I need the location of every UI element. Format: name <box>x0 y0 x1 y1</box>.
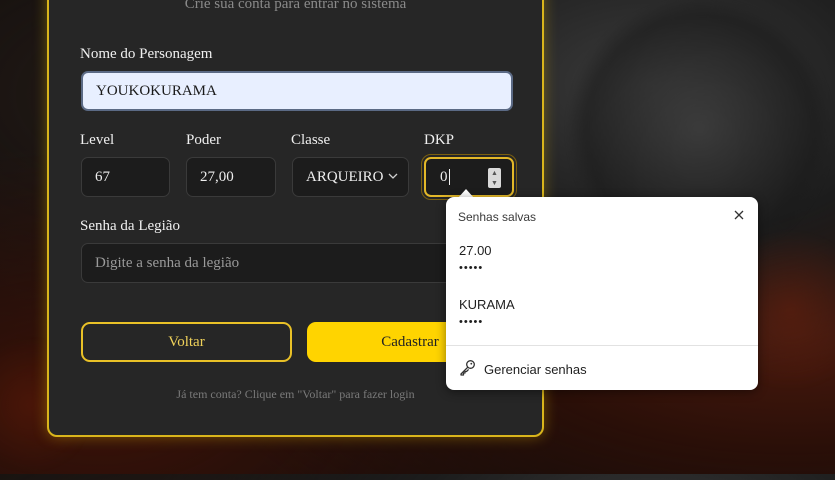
dkp-label: DKP <box>424 132 455 148</box>
power-input[interactable]: 27,00 <box>186 157 276 197</box>
class-select[interactable]: ARQUEIRO <box>292 157 409 197</box>
level-label: Level <box>80 132 115 148</box>
character-name-label: Nome do Personagem <box>80 46 213 62</box>
form-subtitle: Crie sua conta para entrar no sistema <box>184 0 407 12</box>
text-cursor <box>448 169 450 185</box>
register-button-label: Cadastrar <box>381 333 439 350</box>
saved-credential-item[interactable]: 27.00 ••••• <box>459 243 492 274</box>
popup-title: Senhas salvas <box>458 210 537 224</box>
manage-passwords-link[interactable]: Gerenciar senhas <box>459 359 587 379</box>
saved-username: KURAMA <box>459 297 515 312</box>
back-button[interactable]: Voltar <box>81 322 292 362</box>
close-icon[interactable] <box>734 207 744 223</box>
back-button-label: Voltar <box>168 333 205 350</box>
power-label: Poder <box>186 132 221 148</box>
power-value: 27,00 <box>200 168 234 185</box>
popup-divider <box>446 345 758 346</box>
spinner-up-icon[interactable]: ▲ <box>491 169 498 177</box>
number-spinner[interactable]: ▲ ▼ <box>488 168 501 188</box>
saved-username: 27.00 <box>459 243 492 258</box>
character-name-value: YOUKOKURAMA <box>96 82 217 99</box>
saved-password-mask: ••••• <box>459 262 484 274</box>
class-label: Classe <box>291 132 331 148</box>
saved-passwords-popup: Senhas salvas 27.00 ••••• KURAMA ••••• G… <box>446 197 758 390</box>
key-icon <box>459 359 484 379</box>
character-name-input[interactable]: YOUKOKURAMA <box>81 71 513 111</box>
level-input[interactable]: 67 <box>81 157 170 197</box>
class-value: ARQUEIRO <box>306 168 384 185</box>
legion-password-placeholder: Digite a senha da legião <box>95 254 240 271</box>
level-value: 67 <box>95 168 110 185</box>
saved-credential-item[interactable]: KURAMA ••••• <box>459 297 515 328</box>
dkp-value: 0 <box>440 168 448 185</box>
manage-passwords-label: Gerenciar senhas <box>484 361 587 377</box>
chevron-down-icon <box>388 171 398 183</box>
saved-password-mask: ••••• <box>459 316 484 328</box>
spinner-down-icon[interactable]: ▼ <box>491 179 498 187</box>
legion-password-label: Senha da Legião <box>80 218 180 234</box>
